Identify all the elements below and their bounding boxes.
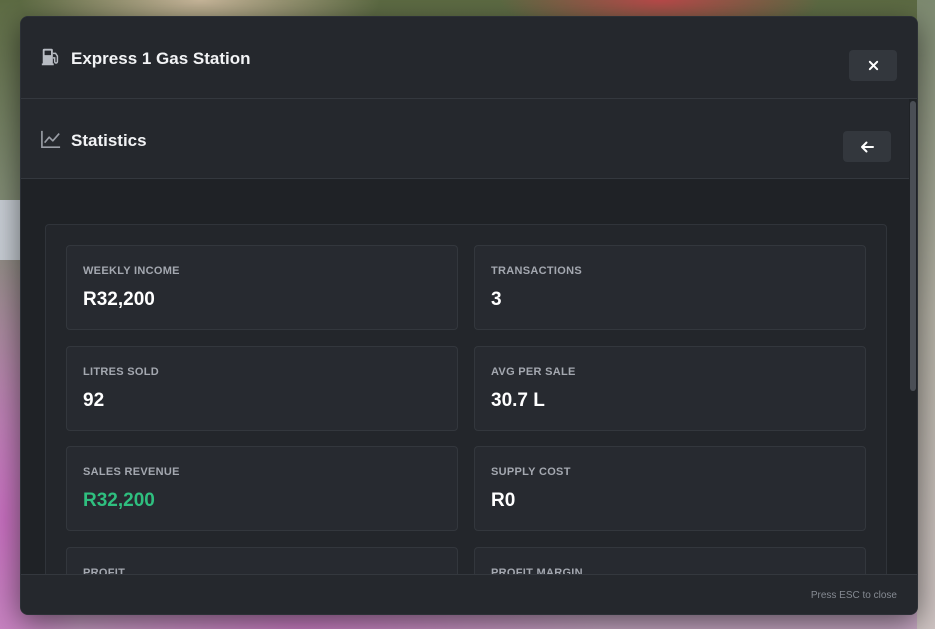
background-scenery — [917, 0, 935, 629]
stats-panel: WEEKLY INCOME R32,200 TRANSACTIONS 3 LIT… — [45, 224, 887, 576]
stat-label: AVG PER SALE — [491, 366, 576, 378]
background-sign — [0, 200, 20, 260]
stat-label: TRANSACTIONS — [491, 265, 582, 277]
stat-card-litres-sold: LITRES SOLD 92 — [66, 346, 458, 431]
stat-card-supply-cost: SUPPLY COST R0 — [474, 446, 866, 531]
arrow-left-icon — [861, 141, 874, 152]
stat-label: SUPPLY COST — [491, 466, 571, 478]
stat-value: 30.7 L — [491, 390, 545, 411]
scrollbar-thumb[interactable] — [910, 101, 916, 391]
modal-footer: Press ESC to close — [21, 574, 917, 614]
stat-card-avg-per-sale: AVG PER SALE 30.7 L — [474, 346, 866, 431]
gas-station-modal: Express 1 Gas Station Statistics WEEKLY … — [20, 16, 918, 615]
modal-header: Express 1 Gas Station — [21, 17, 917, 99]
esc-hint: Press ESC to close — [810, 590, 897, 601]
section-title: Statistics — [71, 131, 147, 150]
back-button[interactable] — [843, 131, 891, 162]
close-icon — [868, 60, 878, 71]
stat-value: R32,200 — [83, 490, 155, 511]
modal-title: Express 1 Gas Station — [71, 49, 251, 68]
close-button[interactable] — [849, 50, 897, 81]
stat-value: R32,200 — [83, 289, 155, 310]
stat-card-profit-margin: PROFIT MARGIN — [474, 547, 866, 576]
section-header: Statistics — [21, 99, 911, 179]
modal-content[interactable]: Statistics WEEKLY INCOME R32,200 TRANSAC… — [21, 99, 911, 576]
stat-card-weekly-income: WEEKLY INCOME R32,200 — [66, 245, 458, 330]
line-chart-icon — [41, 130, 61, 148]
stat-card-transactions: TRANSACTIONS 3 — [474, 245, 866, 330]
stat-label: SALES REVENUE — [83, 466, 180, 478]
stat-value: 3 — [491, 289, 502, 310]
stat-card-profit: PROFIT — [66, 547, 458, 576]
stat-value: 92 — [83, 390, 105, 411]
stat-card-sales-revenue: SALES REVENUE R32,200 — [66, 446, 458, 531]
stat-label: LITRES SOLD — [83, 366, 160, 378]
stat-value: R0 — [491, 490, 516, 511]
stat-label: WEEKLY INCOME — [83, 265, 180, 277]
fuel-pump-icon — [41, 48, 59, 66]
